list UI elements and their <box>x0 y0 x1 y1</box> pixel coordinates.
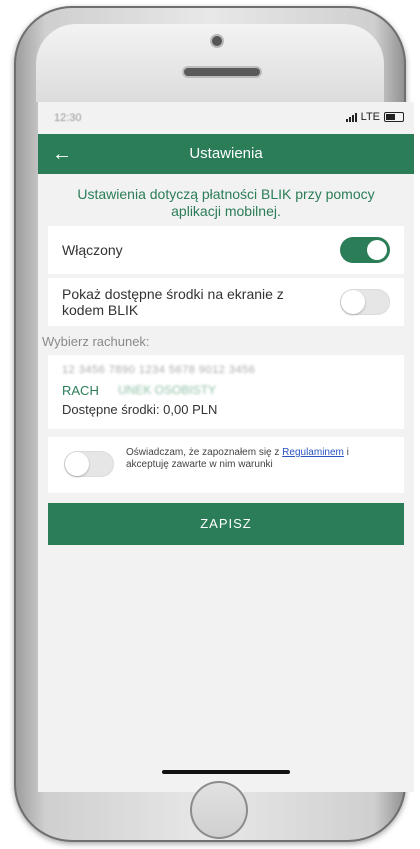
battery-icon <box>384 112 404 122</box>
phone-top-bezel <box>36 24 384 102</box>
account-name: RACH <box>62 383 99 398</box>
account-card[interactable]: 12 3456 7890 1234 5678 9012 3456 RACH UN… <box>48 355 404 429</box>
earpiece-speaker <box>184 68 260 76</box>
enabled-toggle[interactable] <box>340 237 390 263</box>
save-button[interactable]: ZAPISZ <box>48 503 404 545</box>
app-bar: ← Ustawienia <box>38 134 414 174</box>
network-type: LTE <box>360 111 380 123</box>
enabled-setting-row[interactable]: Włączony <box>48 226 404 274</box>
show-funds-setting-row[interactable]: Pokaż dostępne środki na ekranie z kodem… <box>48 278 404 326</box>
signal-icon <box>345 112 357 122</box>
info-text: Ustawienia dotyczą płatności BLIK przy p… <box>77 186 375 219</box>
home-indicator <box>162 770 290 774</box>
terms-link[interactable]: Regulaminem <box>282 447 344 458</box>
show-funds-setting-label: Pokaż dostępne środki na ekranie z kodem… <box>62 286 284 318</box>
account-number: 12 3456 7890 1234 5678 9012 3456 <box>62 364 256 376</box>
status-indicators: LTE <box>345 111 404 123</box>
home-button[interactable] <box>190 781 248 839</box>
terms-toggle[interactable] <box>64 451 114 477</box>
phone-frame: 12:30 LTE ← Ustawienia Ustawienia dotycz… <box>14 6 414 842</box>
account-name-rest: UNEK OSOBISTY <box>118 383 217 397</box>
status-bar: 12:30 LTE <box>38 102 414 134</box>
page-title: Ustawienia <box>189 145 263 162</box>
show-funds-toggle[interactable] <box>340 289 390 315</box>
account-balance: Dostępne środki: 0,00 PLN <box>62 402 218 417</box>
terms-row[interactable]: Oświadczam, że zapoznałem się z Regulami… <box>48 437 404 493</box>
status-time: 12:30 <box>54 112 82 124</box>
front-camera <box>212 36 222 46</box>
terms-text: Oświadczam, że zapoznałem się z Regulami… <box>126 447 392 471</box>
account-section-label: Wybierz rachunek: <box>42 334 150 349</box>
enabled-setting-label: Włączony <box>62 242 123 258</box>
terms-text-before: Oświadczam, że zapoznałem się z <box>126 447 283 458</box>
app-screen: 12:30 LTE ← Ustawienia Ustawienia dotycz… <box>38 102 414 792</box>
